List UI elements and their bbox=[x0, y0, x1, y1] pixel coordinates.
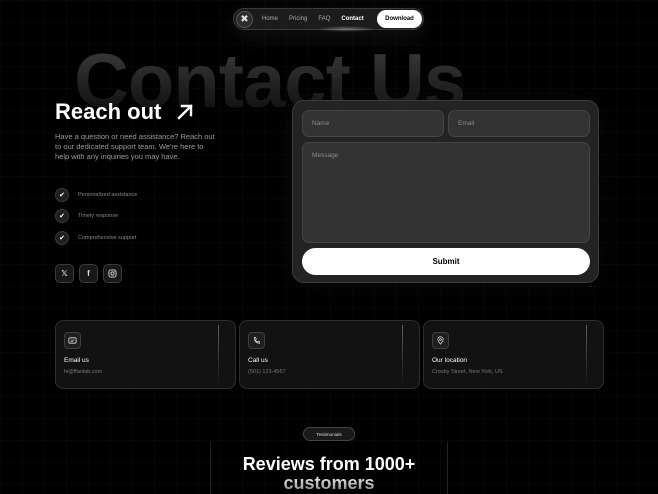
card-title: Our location bbox=[432, 357, 468, 364]
feature-label: Timely response bbox=[78, 213, 119, 219]
nav-link-faq[interactable]: FAQ bbox=[318, 16, 330, 22]
social-links: 𝕏 f bbox=[55, 264, 122, 283]
location-card[interactable]: Our location Crosby Street, New York, US bbox=[423, 320, 604, 389]
feature-item: ✔ Timely response bbox=[55, 209, 137, 224]
x-icon[interactable]: 𝕏 bbox=[55, 264, 74, 283]
nav-link-contact[interactable]: Contact bbox=[341, 16, 363, 22]
card-title: Call us bbox=[248, 357, 268, 364]
card-decoration bbox=[586, 325, 587, 385]
reach-out-label: Reach out bbox=[55, 99, 162, 124]
feature-label: Personalized assistance bbox=[78, 191, 138, 198]
location-pin-icon bbox=[432, 332, 449, 349]
card-decoration bbox=[218, 325, 219, 385]
message-textarea[interactable]: Message bbox=[302, 142, 590, 243]
email-card[interactable]: Email us hi@ffanlab.com bbox=[55, 320, 236, 389]
card-decoration bbox=[402, 325, 403, 385]
card-title: Email us bbox=[64, 357, 89, 364]
logo-icon[interactable]: ✖ bbox=[236, 10, 253, 28]
reviews-heading-line2: customers bbox=[0, 473, 658, 493]
check-icon: ✔ bbox=[55, 187, 69, 202]
arrow-up-right-icon bbox=[177, 104, 194, 120]
email-input[interactable]: Email bbox=[448, 110, 590, 137]
card-value: (501) 123-4567 bbox=[248, 369, 286, 375]
facebook-icon[interactable]: f bbox=[79, 264, 98, 283]
message-icon bbox=[64, 332, 81, 349]
reviews-heading: Reviews from 1000+ customers bbox=[0, 454, 658, 494]
nav-link-home[interactable]: Home bbox=[262, 16, 278, 22]
email-placeholder: Email bbox=[458, 120, 475, 127]
feature-item: ✔ Comprehensive support bbox=[55, 230, 137, 245]
nav-glow bbox=[316, 26, 376, 32]
download-button[interactable]: Download bbox=[377, 10, 422, 28]
check-icon: ✔ bbox=[55, 230, 69, 245]
name-placeholder: Name bbox=[312, 120, 330, 127]
contact-form: Name Email Message Submit bbox=[292, 100, 599, 283]
phone-card[interactable]: Call us (501) 123-4567 bbox=[239, 320, 420, 389]
feature-item: ✔ Personalized assistance bbox=[55, 187, 137, 202]
feature-list: ✔ Personalized assistance ✔ Timely respo… bbox=[55, 187, 137, 252]
reach-out-description: Have a question or need assistance? Reac… bbox=[55, 132, 215, 161]
instagram-icon[interactable] bbox=[103, 264, 122, 283]
reach-out-heading: Reach out bbox=[55, 99, 195, 125]
feature-label: Comprehensive support bbox=[78, 234, 137, 241]
card-value: hi@ffanlab.com bbox=[64, 369, 103, 375]
card-value: Crosby Street, New York, US bbox=[432, 369, 503, 375]
check-icon: ✔ bbox=[55, 209, 69, 223]
reviews-heading-line1: Reviews from 1000+ bbox=[242, 454, 416, 474]
nav-link-pricing[interactable]: Pricing bbox=[289, 16, 307, 22]
message-placeholder: Message bbox=[312, 152, 339, 159]
phone-icon bbox=[248, 332, 265, 349]
testimonials-badge: Testimonials bbox=[303, 427, 355, 441]
name-input[interactable]: Name bbox=[302, 110, 444, 137]
submit-button[interactable]: Submit bbox=[302, 248, 590, 275]
nav-links: Home Pricing FAQ Contact bbox=[262, 16, 364, 22]
